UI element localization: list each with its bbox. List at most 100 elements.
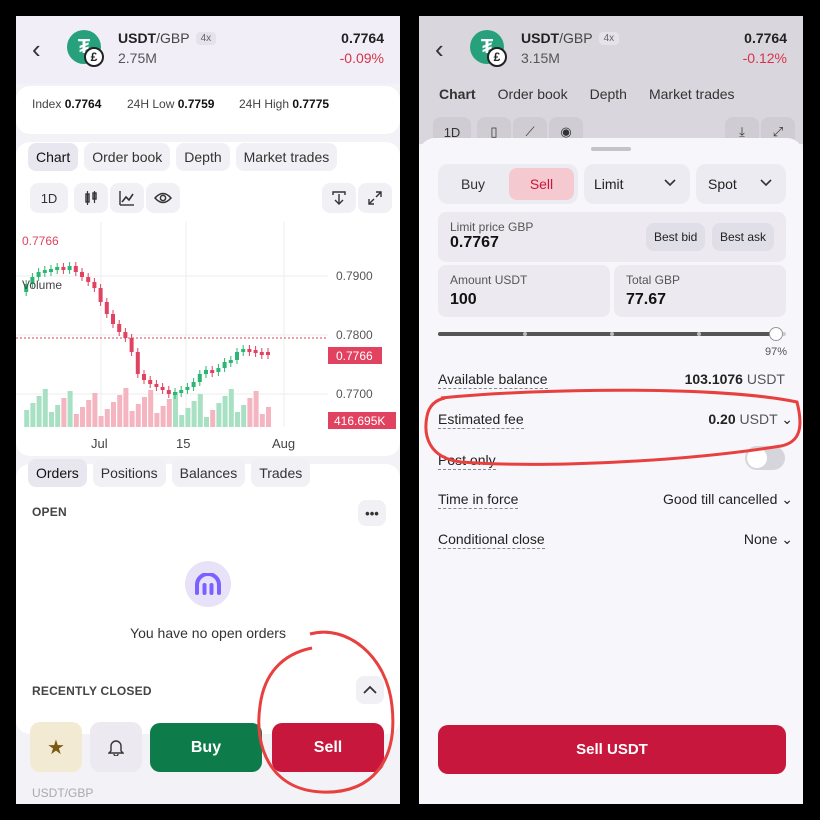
chevron-down-icon: ⌄	[781, 491, 793, 507]
volume-bar	[179, 415, 185, 427]
tab-market-trades: Market trades	[648, 86, 735, 102]
pair-volume: 3.15M	[521, 50, 560, 66]
volume-bar	[117, 395, 123, 427]
back-arrow-icon[interactable]: ‹	[32, 36, 41, 62]
right-screen: ‹ ₮ £ USDT/GBP 4x 3.15M 0.7764 -0.12% Cha…	[419, 16, 803, 804]
back-arrow-icon[interactable]: ‹	[435, 36, 444, 62]
annotation-circle-fee	[424, 388, 802, 466]
volume-bar	[73, 414, 79, 427]
candle-body	[185, 387, 190, 390]
conditional-close-value: None	[743, 531, 778, 547]
download-icon[interactable]	[322, 183, 356, 213]
price-chart[interactable]: 0.7766 Volume 0.7900 0.7800 0.7700 0.776…	[16, 222, 400, 456]
volume-bar	[61, 398, 67, 427]
candle-body	[259, 352, 264, 355]
conditional-close-select[interactable]: None ⌄	[744, 531, 793, 548]
volume-bar	[253, 391, 259, 427]
slider-tick	[697, 332, 701, 336]
chart-last-label: 0.7766	[22, 234, 59, 248]
volume-bar	[49, 412, 54, 427]
volume-bar	[92, 393, 98, 427]
tab-positions[interactable]: Positions	[92, 459, 166, 487]
more-icon[interactable]: •••	[358, 500, 386, 526]
candle-body	[73, 266, 78, 272]
candle-body	[160, 387, 165, 390]
pair-base: USDT	[118, 30, 157, 46]
sell-tab[interactable]: Sell	[509, 168, 574, 200]
best-bid-button[interactable]: Best bid	[646, 223, 706, 251]
tab-order-book[interactable]: Order book	[84, 143, 171, 171]
buy-button[interactable]: Buy	[150, 723, 262, 772]
indicator-icon[interactable]	[110, 183, 144, 213]
amount-field[interactable]: Amount USDT 100	[438, 265, 610, 317]
stat-low: 24H Low 0.7759	[127, 97, 214, 111]
pair-base: USDT	[521, 30, 560, 46]
candle-body	[42, 270, 47, 273]
available-balance: 103.1076 USDT	[685, 371, 785, 387]
pound-icon: £	[487, 47, 507, 67]
candle-body	[197, 374, 202, 382]
tab-balances[interactable]: Balances	[171, 459, 246, 487]
candle-body	[228, 360, 233, 363]
volume-label: Volume	[22, 278, 62, 292]
sell-usdt-button[interactable]: Sell USDT	[438, 725, 786, 774]
open-label: OPEN	[32, 505, 67, 519]
order-tabs: Orders Positions Balances Trades	[28, 459, 311, 487]
volume-bar	[129, 411, 135, 427]
stat-high: 24H High 0.7775	[239, 97, 329, 111]
tab-trades[interactable]: Trades	[251, 459, 311, 487]
volume-bar	[228, 389, 234, 427]
amount-slider[interactable]	[438, 327, 786, 341]
candle-body	[142, 374, 146, 380]
pair-quote: /GBP	[156, 30, 190, 46]
eye-icon[interactable]	[146, 183, 180, 213]
sheet-handle[interactable]	[591, 147, 631, 151]
tab-orders[interactable]: Orders	[28, 459, 87, 487]
order-type-value: Limit	[594, 176, 624, 192]
volume-bar	[135, 404, 141, 427]
star-icon[interactable]: ★	[30, 722, 82, 772]
time-in-force-select[interactable]: Good till cancelled ⌄	[663, 491, 793, 508]
pair-name[interactable]: USDT/GBP 4x	[521, 30, 620, 46]
volume-bar	[123, 388, 129, 427]
best-ask-button[interactable]: Best ask	[712, 223, 775, 251]
candles-icon[interactable]	[74, 183, 108, 213]
available-balance-unit: USDT	[746, 371, 785, 387]
left-screen: ‹ ₮ £ USDT/GBP 4x 2.75M 0.7764 -0.09% Ind…	[16, 16, 400, 804]
candle-body	[104, 302, 109, 314]
pair-name[interactable]: USDT/GBP 4x	[118, 30, 217, 46]
time-in-force-label[interactable]: Time in force	[438, 491, 519, 509]
total-value: 77.67	[626, 291, 667, 308]
volume-bar	[111, 402, 116, 427]
candle-body	[135, 352, 140, 374]
volume-bar	[24, 410, 30, 427]
buy-tab[interactable]: Buy	[442, 168, 504, 200]
price-change: -0.12%	[742, 50, 787, 66]
expand-icon[interactable]	[358, 183, 392, 213]
tab-market-trades[interactable]: Market trades	[235, 143, 338, 171]
conditional-close-label[interactable]: Conditional close	[438, 531, 545, 549]
candle-body	[86, 277, 91, 282]
last-price: 0.7764	[744, 30, 787, 46]
total-label: Total GBP	[626, 273, 681, 287]
limit-price-field[interactable]: Limit price GBP 0.7767 Best bid Best ask	[438, 212, 786, 262]
slider-tick	[523, 332, 527, 336]
footer-pair: USDT/GBP	[32, 786, 94, 800]
volume-bar	[154, 413, 160, 427]
leverage-badge: 4x	[195, 32, 217, 45]
volume-bar	[216, 403, 222, 427]
tab-chart[interactable]: Chart	[28, 143, 79, 171]
total-field[interactable]: Total GBP 77.67	[614, 265, 786, 317]
candle-body	[235, 352, 239, 360]
tab-depth[interactable]: Depth	[176, 143, 230, 171]
candle-body	[204, 370, 208, 374]
candle-body	[129, 338, 134, 352]
volume-bar	[67, 391, 73, 427]
volume-bar	[98, 416, 104, 427]
candle-body	[179, 390, 184, 393]
candle-body	[36, 272, 41, 277]
bell-icon[interactable]	[90, 722, 142, 772]
candle-body	[173, 392, 177, 395]
slider-thumb[interactable]	[768, 327, 783, 341]
timeframe-button[interactable]: 1D	[30, 183, 68, 213]
